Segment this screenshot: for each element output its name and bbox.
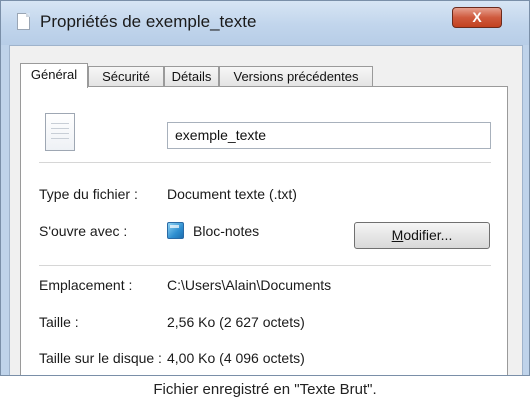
dialog-client-area: Général Sécurité Détails Versions précéd…: [9, 45, 523, 375]
text-document-icon: [45, 113, 75, 151]
size-label: Taille :: [39, 314, 79, 330]
file-name-field[interactable]: exemple_texte: [167, 122, 491, 149]
size-value: 2,56 Ko (2 627 octets): [167, 314, 305, 330]
tab-security[interactable]: Sécurité: [88, 66, 164, 87]
tab-details[interactable]: Détails: [164, 66, 219, 87]
title-bar[interactable]: Propriétés de exemple_texte X: [1, 1, 529, 45]
separator: [39, 265, 491, 267]
general-tab-panel: exemple_texte Type du fichier : Document…: [20, 86, 508, 375]
tab-previous-versions[interactable]: Versions précédentes: [219, 66, 373, 87]
properties-dialog: Propriétés de exemple_texte X Général Sé…: [0, 0, 530, 376]
location-value: C:\Users\Alain\Documents: [167, 277, 332, 293]
notepad-icon: [167, 222, 184, 239]
figure-caption: Fichier enregistré en "Texte Brut".: [0, 376, 530, 403]
opens-with-value: Bloc-notes: [193, 223, 260, 239]
location-label: Emplacement :: [39, 277, 133, 293]
file-type-label: Type du fichier :: [39, 186, 138, 202]
tab-general[interactable]: Général: [20, 63, 88, 88]
disk-size-label: Taille sur le disque :: [39, 350, 162, 366]
opens-with-label: S'ouvre avec :: [39, 223, 128, 239]
modify-button-label: odifier...: [403, 227, 453, 243]
close-button[interactable]: X: [452, 7, 502, 28]
page: Propriétés de exemple_texte X Général Sé…: [0, 0, 530, 403]
disk-size-value: 4,00 Ko (4 096 octets): [167, 350, 305, 366]
window-title: Propriétés de exemple_texte: [40, 12, 257, 31]
modify-button[interactable]: Modifier...: [354, 222, 490, 249]
separator: [39, 162, 491, 164]
file-type-value: Document texte (.txt): [167, 186, 297, 202]
modify-button-accelerator: M: [391, 227, 404, 243]
document-icon: [17, 13, 30, 30]
